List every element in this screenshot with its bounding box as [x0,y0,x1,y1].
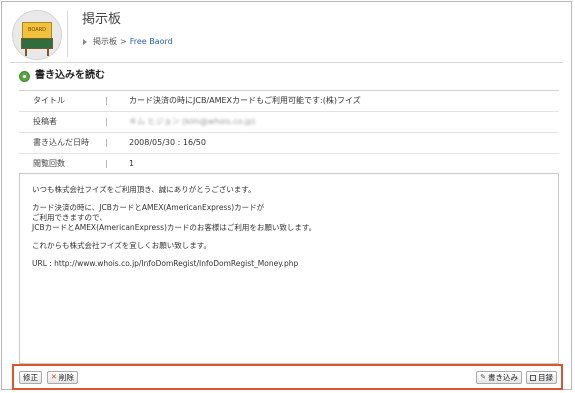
info-label: タイトル [33,96,65,105]
board-sign: BOARD [22,22,52,39]
edit-button[interactable]: 修正 [19,371,42,384]
post-views-value: 1 [129,159,135,168]
body-line: いつも株式会社フイズをご利用頂き、誠にありがとうございます。 [32,185,256,194]
write-button[interactable]: ✎ 書き込み [476,371,522,384]
post-info-table: タイトル | カード決済の時にJCB/AMEXカードもご利用可能です:(株)フイ… [19,90,559,175]
post-date-value: 2008/05/30 : 16/50 [129,138,206,147]
page-title: 掲示板 [82,12,122,27]
close-x-icon: ✕ [51,373,57,381]
list-icon [530,374,536,381]
post-title-value: カード決済の時にJCB/AMEXカードもご利用可能です:(株)フイズ [129,96,361,105]
info-label: 閲覧回数 [33,159,65,168]
info-separator: | [105,159,108,168]
post-action-bar: 修正 ✕ 削除 ✎ 書き込み 目録 [12,364,563,390]
info-row-title: タイトル | カード決済の時にJCB/AMEXカードもご利用可能です:(株)フイ… [19,91,559,112]
breadcrumb-parent-link[interactable]: 掲示板 [93,37,117,47]
info-label: 投稿者 [33,117,57,126]
breadcrumb-current-link[interactable]: Free Baord [130,37,173,47]
post-author-value: キム ヒジョン (kim@whois.co.jp) [129,117,256,126]
write-button-label: 書き込み [488,373,518,382]
body-line: JCBカードとAMEX(AmericanExpress)カードのお客様はご利用を… [32,223,317,232]
breadcrumb-separator: > [120,37,127,46]
info-separator: | [105,96,108,105]
bulletin-board-icon: BOARD [12,10,62,60]
breadcrumb: 掲示板 > Free Baord [83,37,173,47]
info-row-views: 閲覧回数 | 1 [19,154,559,175]
edit-button-label: 修正 [23,373,38,382]
body-line: これからも株式会社フイズを宜しくお願い致します。 [32,241,212,250]
delete-button[interactable]: ✕ 削除 [47,371,78,384]
body-line: カード決済の時に、JCBカードとAMEX(AmericanExpress)カード… [32,203,265,212]
body-url-line: URL : http://www.whois.co.jp/InfoDomRegi… [32,259,299,268]
delete-button-label: 削除 [58,373,74,382]
info-separator: | [105,117,108,126]
list-button-label: 目録 [538,373,553,382]
post-body: いつも株式会社フイズをご利用頂き、誠にありがとうございます。 カード決済の時に、… [19,173,559,364]
board-panel: BOARD 掲示板 掲示板 > Free Baord 書き込みを読む タイトル … [1,1,572,390]
body-line: ご利用できますので、 [32,213,107,222]
info-row-date: 書き込んだ日時 | 2008/05/30 : 16/50 [19,133,559,154]
header-separator [10,62,563,63]
list-button[interactable]: 目録 [526,371,557,384]
info-row-author: 投稿者 | キム ヒジョン (kim@whois.co.jp) [19,112,559,133]
breadcrumb-arrow-icon [83,39,87,45]
section-title: 書き込みを読む [35,70,105,81]
info-separator: | [105,138,108,147]
bullet-circle-icon [19,71,30,82]
header-divider [67,11,68,57]
pencil-icon: ✎ [480,373,486,381]
info-label: 書き込んだ日時 [33,138,89,147]
